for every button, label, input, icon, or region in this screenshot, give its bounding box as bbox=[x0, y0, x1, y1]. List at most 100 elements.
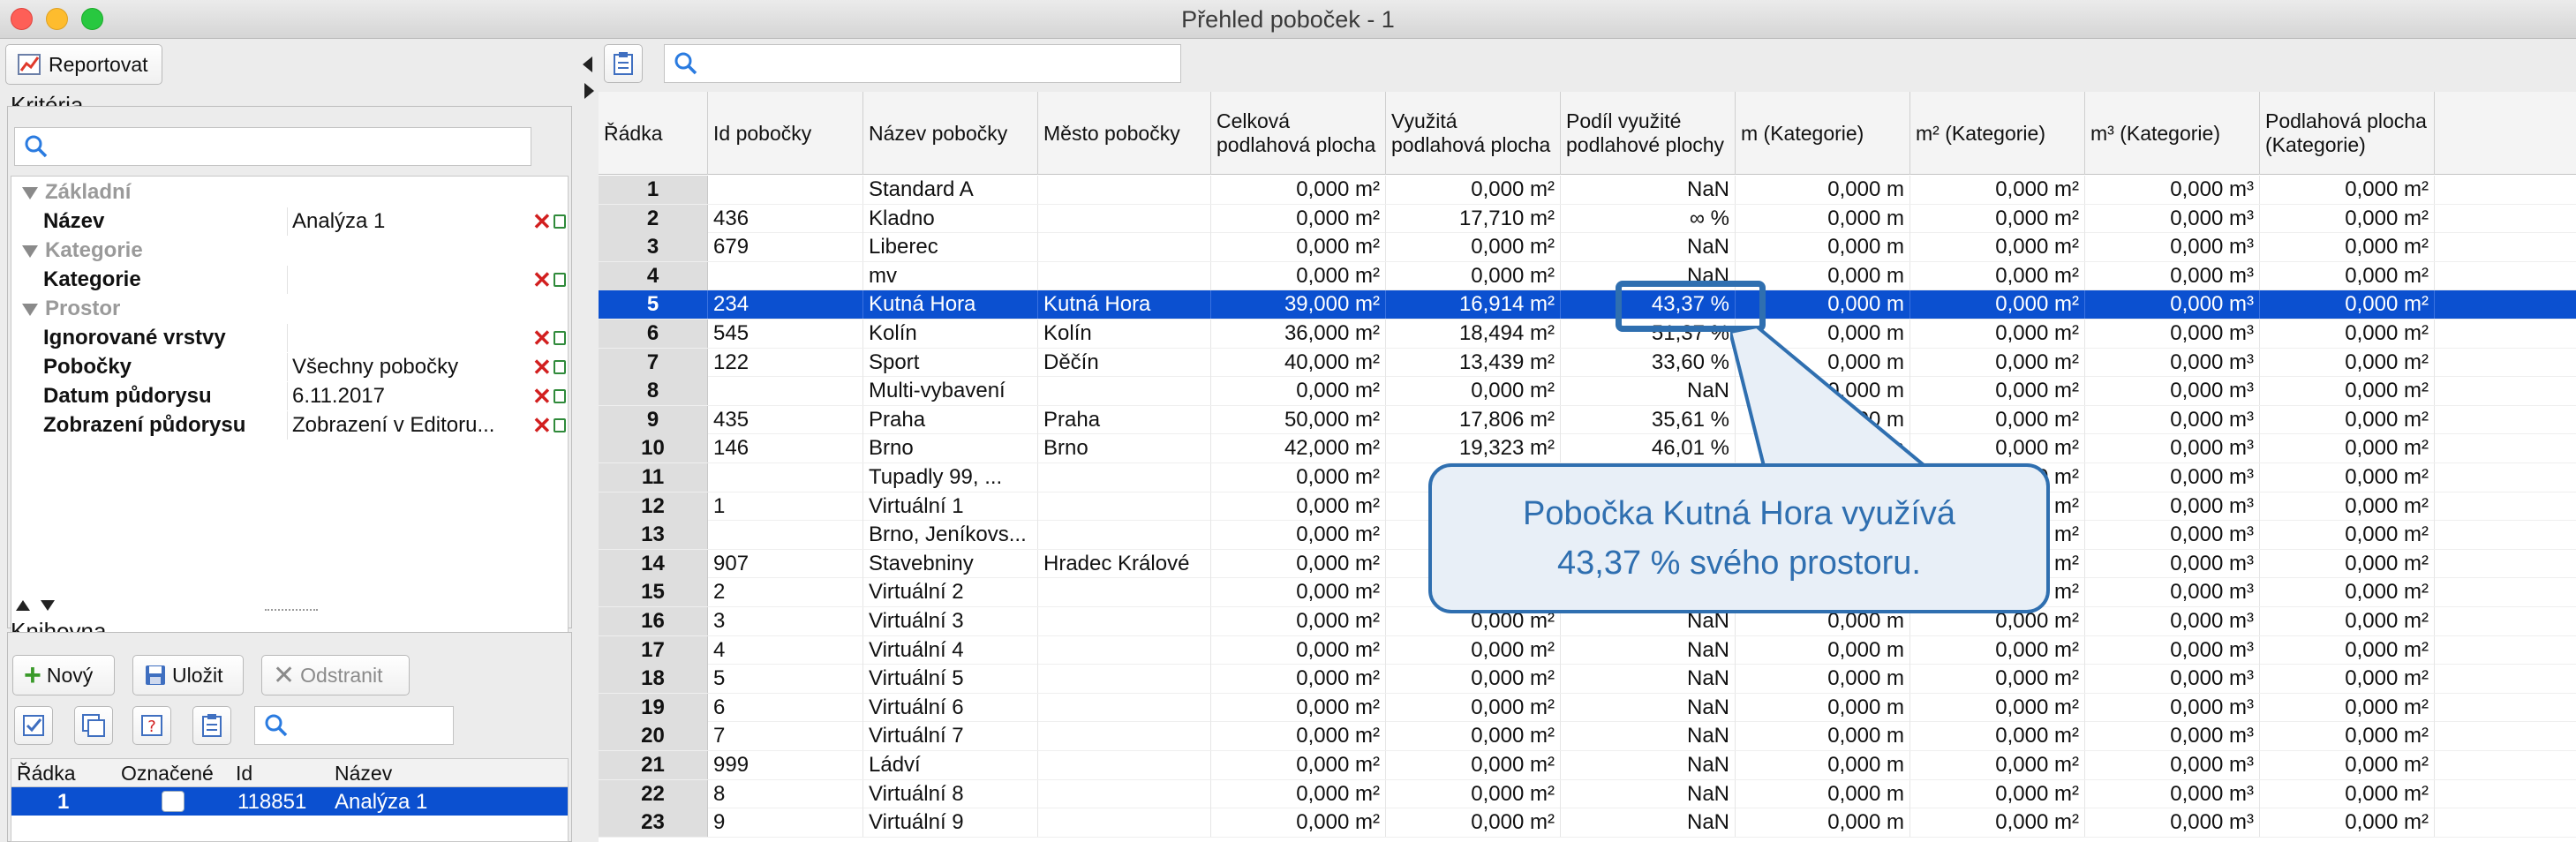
criteria-row-name[interactable]: Název Analýza 1 ✕ bbox=[11, 207, 568, 236]
col-used-area-cell[interactable]: 18,494 m² bbox=[1386, 320, 1561, 348]
col-used-ratio-cell[interactable]: NaN bbox=[1561, 722, 1736, 751]
table-row[interactable]: 3 679 Liberec 0,000 m² 0,000 m² NaN 0,000 m 0,0… bbox=[599, 233, 2576, 262]
table-row[interactable]: 20 7 Virtuální 7 0,000 m² 0,000 m² NaN 0,000 m… bbox=[599, 722, 2576, 751]
col-used-area-cell[interactable]: 19,323 m² bbox=[1386, 434, 1561, 463]
col-area-category-cell[interactable]: 0,000 m² bbox=[2260, 176, 2435, 204]
col-branch-name-cell[interactable]: Stavebniny bbox=[863, 549, 1038, 578]
edit-icon[interactable] bbox=[554, 389, 566, 403]
col-row-cell[interactable]: 12 bbox=[599, 492, 708, 521]
col-m3-category-cell[interactable]: 0,000 m³ bbox=[2085, 722, 2260, 751]
col-area-category-cell[interactable]: 0,000 m² bbox=[2260, 751, 2435, 779]
col-row-cell[interactable]: 4 bbox=[599, 261, 708, 290]
expand-right-icon[interactable] bbox=[584, 83, 594, 99]
table-row[interactable]: 4 mv 0,000 m² 0,000 m² NaN 0,000 m 0,000 m² 0,0… bbox=[599, 261, 2576, 291]
col-branch-id-cell[interactable]: 1 bbox=[708, 492, 863, 521]
col-branch-city-cell[interactable] bbox=[1038, 492, 1211, 521]
col-used-ratio-cell[interactable]: NaN bbox=[1561, 176, 1736, 204]
help-button[interactable]: ? bbox=[132, 706, 171, 745]
criteria-group-basic[interactable]: Základní bbox=[11, 178, 568, 207]
col-used-ratio-header[interactable]: Podíl využité podlahové plochy bbox=[1561, 92, 1736, 175]
col-m3-category-cell[interactable]: 0,000 m³ bbox=[2085, 665, 2260, 694]
col-used-area-cell[interactable]: 0,000 m² bbox=[1386, 693, 1561, 722]
col-branch-id-cell[interactable]: 2 bbox=[708, 578, 863, 607]
col-branch-name-cell[interactable]: Kolín bbox=[863, 320, 1038, 348]
col-branch-id-cell[interactable]: 8 bbox=[708, 779, 863, 808]
edit-icon[interactable] bbox=[554, 418, 566, 432]
col-used-area-cell[interactable]: 17,806 m² bbox=[1386, 405, 1561, 434]
col-area-category-cell[interactable]: 0,000 m² bbox=[2260, 290, 2435, 320]
col-m-category-cell[interactable]: 0,000 m bbox=[1736, 808, 1910, 838]
col-branch-city-cell[interactable] bbox=[1038, 204, 1211, 233]
col-used-ratio-cell[interactable]: NaN bbox=[1561, 233, 1736, 262]
col-used-area-cell[interactable]: 16,914 m² bbox=[1386, 290, 1561, 320]
col-branch-city-cell[interactable] bbox=[1038, 607, 1211, 635]
col-m3-category-cell[interactable]: 0,000 m³ bbox=[2085, 290, 2260, 320]
col-row-cell[interactable]: 1 bbox=[599, 176, 708, 204]
col-m3-category-cell[interactable]: 0,000 m³ bbox=[2085, 261, 2260, 290]
col-m-category-header[interactable]: m (Kategorie) bbox=[1736, 92, 1910, 175]
col-branch-city-cell[interactable]: Brno bbox=[1038, 434, 1211, 463]
col-branch-id-cell[interactable]: 7 bbox=[708, 722, 863, 751]
col-used-area-cell[interactable]: 0,000 m² bbox=[1386, 377, 1561, 406]
col-branch-name-cell[interactable]: Virtuální 9 bbox=[863, 808, 1038, 838]
col-used-area-cell[interactable]: 0,000 m² bbox=[1386, 176, 1561, 204]
col-used-ratio-cell[interactable]: 35,61 % bbox=[1561, 405, 1736, 434]
col-area-category-cell[interactable]: 0,000 m² bbox=[2260, 779, 2435, 808]
col-area-category-cell[interactable]: 0,000 m² bbox=[2260, 808, 2435, 838]
col-used-area-cell[interactable]: 0,000 m² bbox=[1386, 779, 1561, 808]
table-row[interactable]: 21 999 Ládví 0,000 m² 0,000 m² NaN 0,000 m 0,00… bbox=[599, 751, 2576, 780]
col-area-category-cell[interactable]: 0,000 m² bbox=[2260, 233, 2435, 262]
col-m3-category-cell[interactable]: 0,000 m³ bbox=[2085, 176, 2260, 204]
col-row-cell[interactable]: 22 bbox=[599, 779, 708, 808]
col-m3-category-cell[interactable]: 0,000 m³ bbox=[2085, 693, 2260, 722]
col-area-category-cell[interactable]: 0,000 m² bbox=[2260, 607, 2435, 635]
col-total-area-cell[interactable]: 39,000 m² bbox=[1211, 290, 1386, 320]
col-branch-city-cell[interactable] bbox=[1038, 377, 1211, 406]
col-row-cell[interactable]: 8 bbox=[599, 377, 708, 406]
col-area-category-cell[interactable]: 0,000 m² bbox=[2260, 377, 2435, 406]
col-area-category-cell[interactable]: 0,000 m² bbox=[2260, 665, 2435, 694]
col-branch-name-header[interactable]: Název pobočky bbox=[863, 92, 1038, 175]
col-m-category-cell[interactable]: 0,000 m bbox=[1736, 176, 1910, 204]
col-m3-category-cell[interactable]: 0,000 m³ bbox=[2085, 521, 2260, 550]
col-m2-category-cell[interactable]: 0,000 m² bbox=[1910, 233, 2085, 262]
col-branch-name-cell[interactable]: Virtuální 8 bbox=[863, 779, 1038, 808]
col-m-category-cell[interactable]: 0,000 m bbox=[1736, 233, 1910, 262]
new-button[interactable]: + Nový bbox=[12, 655, 115, 695]
col-row-cell[interactable]: 17 bbox=[599, 635, 708, 665]
col-m2-category-cell[interactable]: 0,000 m² bbox=[1910, 176, 2085, 204]
col-m3-category-header[interactable]: m³ (Kategorie) bbox=[2085, 92, 2260, 175]
col-branch-id-cell[interactable]: 679 bbox=[708, 233, 863, 262]
col-used-area-cell[interactable]: 0,000 m² bbox=[1386, 751, 1561, 779]
col-branch-name-cell[interactable]: Kutná Hora bbox=[863, 290, 1038, 320]
col-used-ratio-cell[interactable]: 33,60 % bbox=[1561, 348, 1736, 377]
remove-icon[interactable]: ✕ bbox=[532, 382, 552, 410]
col-branch-id-cell[interactable]: 999 bbox=[708, 751, 863, 779]
col-total-area-cell[interactable]: 0,000 m² bbox=[1211, 176, 1386, 204]
col-branch-city-cell[interactable]: Praha bbox=[1038, 405, 1211, 434]
col-area-category-cell[interactable]: 0,000 m² bbox=[2260, 348, 2435, 377]
col-branch-city-cell[interactable] bbox=[1038, 521, 1211, 550]
col-branch-id-cell[interactable] bbox=[708, 521, 863, 550]
col-branch-id-cell[interactable]: 436 bbox=[708, 204, 863, 233]
col-branch-id-cell[interactable] bbox=[708, 261, 863, 290]
table-row[interactable]: 23 9 Virtuální 9 0,000 m² 0,000 m² NaN 0,000 m… bbox=[599, 808, 2576, 838]
col-used-area-cell[interactable]: 0,000 m² bbox=[1386, 233, 1561, 262]
col-branch-id-cell[interactable]: 545 bbox=[708, 320, 863, 348]
col-row-cell[interactable]: 19 bbox=[599, 693, 708, 722]
col-m-category-cell[interactable]: 0,000 m bbox=[1736, 693, 1910, 722]
col-total-area-cell[interactable]: 0,000 m² bbox=[1211, 233, 1386, 262]
criteria-row-ignored-layers[interactable]: Ignorované vrstvy ✕ bbox=[11, 324, 568, 352]
save-button[interactable]: Uložit bbox=[132, 655, 244, 695]
col-row-header[interactable]: Řádka bbox=[599, 92, 708, 175]
col-used-ratio-cell[interactable]: ∞ % bbox=[1561, 204, 1736, 233]
collapse-left-icon[interactable] bbox=[583, 56, 592, 72]
col-total-area-cell[interactable]: 36,000 m² bbox=[1211, 320, 1386, 348]
col-m3-category-cell[interactable]: 0,000 m³ bbox=[2085, 204, 2260, 233]
col-branch-name-cell[interactable]: mv bbox=[863, 261, 1038, 290]
criteria-row-branches[interactable]: Pobočky Všechny pobočky ✕ bbox=[11, 353, 568, 381]
col-row-cell[interactable]: 14 bbox=[599, 549, 708, 578]
col-row-cell[interactable]: 16 bbox=[599, 607, 708, 635]
criteria-search-input[interactable] bbox=[14, 127, 531, 166]
table-row[interactable]: 2 436 Kladno 0,000 m² 17,710 m² ∞ % 0,000 m 0,0… bbox=[599, 204, 2576, 234]
